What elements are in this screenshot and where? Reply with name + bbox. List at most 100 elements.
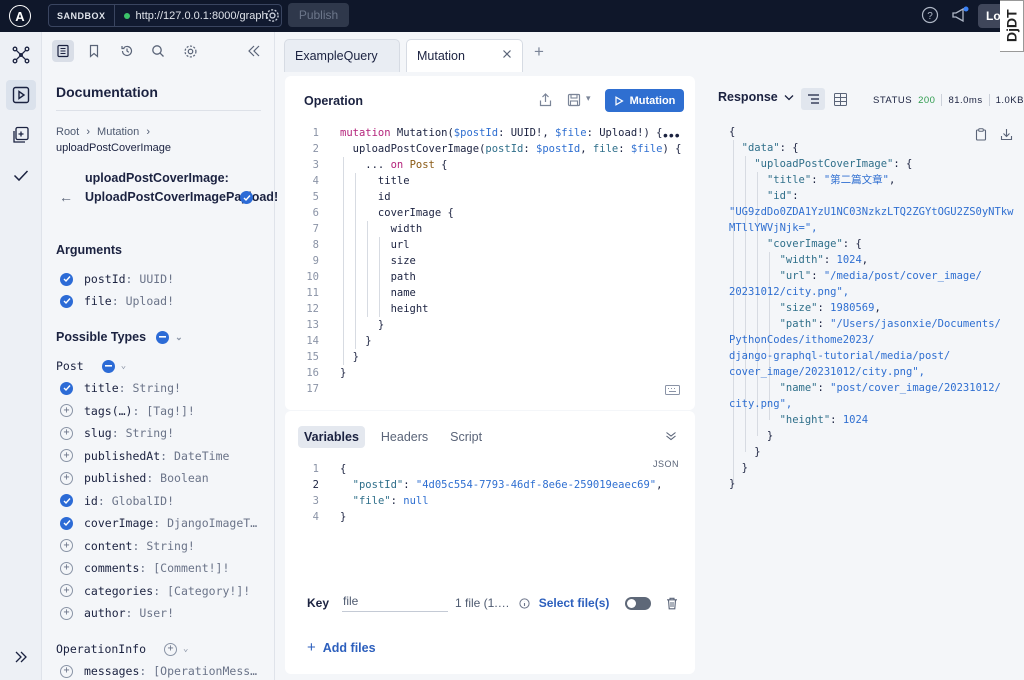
response-header[interactable]: Response [718, 90, 794, 104]
run-mutation-button[interactable]: Mutation [605, 89, 684, 112]
response-chevron-down-icon[interactable] [784, 94, 794, 101]
keyboard-shortcuts-icon[interactable] [665, 385, 680, 395]
endpoint-url[interactable]: http://127.0.0.1:8000/graph [136, 10, 268, 22]
field-add-icon[interactable]: + [60, 561, 73, 575]
schema-reference-icon[interactable] [6, 120, 36, 150]
checks-checkmark-icon[interactable] [6, 160, 36, 190]
operation-info-label[interactable]: OperationInfo [56, 642, 146, 656]
field-type[interactable]: GlobalID! [112, 494, 174, 508]
key-input[interactable]: file [342, 594, 448, 612]
field-type[interactable]: [Comment!]! [153, 561, 229, 575]
save-options-chevron-down-icon[interactable]: ▾ [586, 93, 591, 104]
field-row[interactable]: id: GlobalID! [60, 494, 174, 508]
type-row-operation-info[interactable]: OperationInfo + ⌄ [56, 642, 188, 656]
expand-sidebar-chevrons-icon[interactable] [6, 642, 36, 672]
field-type[interactable]: String! [126, 426, 174, 440]
docs-book-icon[interactable] [52, 40, 74, 62]
close-tab-icon[interactable] [502, 49, 512, 59]
field-row[interactable]: title: String! [60, 381, 181, 395]
share-upload-icon[interactable] [539, 93, 552, 107]
field-type[interactable]: User! [139, 606, 174, 620]
field-add-icon[interactable]: + [60, 539, 73, 552]
breadcrumb-mutation[interactable]: Mutation [97, 126, 139, 138]
table-view-grid-icon[interactable] [834, 93, 847, 106]
breadcrumb-root[interactable]: Root [56, 126, 79, 138]
bookmark-icon[interactable] [83, 40, 105, 62]
post-deselect-minus-icon[interactable] [101, 359, 115, 373]
search-icon[interactable] [147, 40, 169, 62]
json-view-list-icon[interactable] [801, 88, 825, 110]
field-type[interactable]: DateTime [174, 449, 229, 463]
select-files-link[interactable]: Select file(s) [539, 596, 610, 610]
explorer-play-icon[interactable] [6, 80, 36, 110]
argument-check-icon[interactable] [60, 294, 73, 308]
possible-types-chevron-down-icon[interactable]: ⌄ [175, 332, 183, 343]
publish-button[interactable]: Publish [288, 3, 349, 27]
field-add-icon[interactable]: + [60, 449, 73, 462]
field-add-icon[interactable]: + [60, 471, 73, 485]
argument-type[interactable]: UUID! [139, 272, 174, 286]
field-add-icon[interactable]: + [60, 584, 73, 597]
field-row[interactable]: + categories: [Category!]! [60, 584, 250, 598]
apollo-logo[interactable]: A [9, 5, 31, 27]
collapse-panel-chevrons-icon[interactable] [243, 40, 265, 62]
field-add-icon[interactable]: + [60, 606, 73, 620]
argument-row[interactable]: file: Upload! [60, 294, 174, 308]
field-selected-check-icon[interactable] [60, 516, 73, 530]
copy-response-clipboard-icon[interactable] [975, 128, 987, 141]
save-disk-icon[interactable] [567, 93, 581, 107]
tab-example-query[interactable]: ExampleQuery [284, 39, 400, 72]
argument-row[interactable]: postId: UUID! [60, 272, 174, 286]
info-icon[interactable] [519, 597, 530, 609]
field-row[interactable]: + published: Boolean [60, 471, 209, 485]
field-type[interactable]: Boolean [160, 471, 208, 485]
argument-type[interactable]: Upload! [126, 294, 174, 308]
field-type[interactable]: [OperationMess… [153, 664, 257, 678]
field-selected-check-icon[interactable] [240, 191, 264, 204]
field-row[interactable]: + tags(…): [Tag!]! [60, 404, 195, 418]
help-icon[interactable]: ? [921, 6, 939, 24]
field-type[interactable]: String! [146, 539, 194, 553]
field-row[interactable]: + messages: [OperationMess… [60, 664, 257, 678]
add-files-button[interactable]: + Add files [307, 639, 376, 656]
argument-check-icon[interactable] [60, 272, 73, 286]
new-tab-plus-icon[interactable]: + [534, 42, 544, 62]
settings-gear-icon[interactable] [179, 40, 201, 62]
field-row[interactable]: + comments: [Comment!]! [60, 561, 229, 575]
post-type-label[interactable]: Post [56, 359, 84, 373]
field-add-icon[interactable]: + [60, 426, 73, 440]
back-arrow-icon[interactable]: ← [59, 189, 73, 205]
tab-variables[interactable]: Variables [298, 426, 365, 448]
post-chevron-down-icon[interactable]: ⌄ [121, 361, 126, 371]
field-type[interactable]: DjangoImageT… [167, 516, 257, 530]
announcements-megaphone-icon[interactable] [950, 6, 970, 24]
field-row[interactable]: + publishedAt: DateTime [60, 449, 229, 463]
collapse-variables-chevron-icon[interactable] [665, 431, 677, 441]
field-type[interactable]: String! [132, 381, 180, 395]
operation-info-add-icon[interactable]: + [164, 642, 178, 656]
connection-settings-gear-icon[interactable] [265, 8, 280, 23]
field-add-icon[interactable]: + [60, 404, 73, 417]
file-toggle[interactable] [625, 596, 652, 610]
field-add-icon[interactable]: + [60, 664, 73, 678]
tab-mutation[interactable]: Mutation [406, 39, 523, 72]
schema-graph-icon[interactable] [6, 40, 36, 70]
field-type[interactable]: [Category!]! [167, 584, 250, 598]
tab-headers[interactable]: Headers [375, 426, 434, 448]
deselect-all-minus-icon[interactable] [156, 330, 170, 344]
field-selected-check-icon[interactable] [60, 494, 73, 507]
field-row[interactable]: + slug: String! [60, 426, 174, 440]
history-icon[interactable] [116, 40, 138, 62]
field-row[interactable]: + content: String! [60, 539, 195, 553]
type-row-post[interactable]: Post ⌄ [56, 359, 126, 373]
download-response-icon[interactable] [1000, 128, 1013, 141]
sandbox-endpoint-box[interactable]: SANDBOX http://127.0.0.1:8000/graph [48, 4, 282, 27]
operation-info-chevron-down-icon[interactable]: ⌄ [183, 644, 188, 654]
field-selected-check-icon[interactable] [60, 381, 73, 395]
tab-script[interactable]: Script [444, 426, 488, 448]
field-row[interactable]: + author: User! [60, 606, 174, 620]
code-line: } [340, 335, 372, 347]
delete-trash-icon[interactable] [666, 597, 678, 610]
field-row[interactable]: coverImage: DjangoImageT… [60, 516, 257, 530]
field-type[interactable]: [Tag!]! [146, 404, 194, 418]
